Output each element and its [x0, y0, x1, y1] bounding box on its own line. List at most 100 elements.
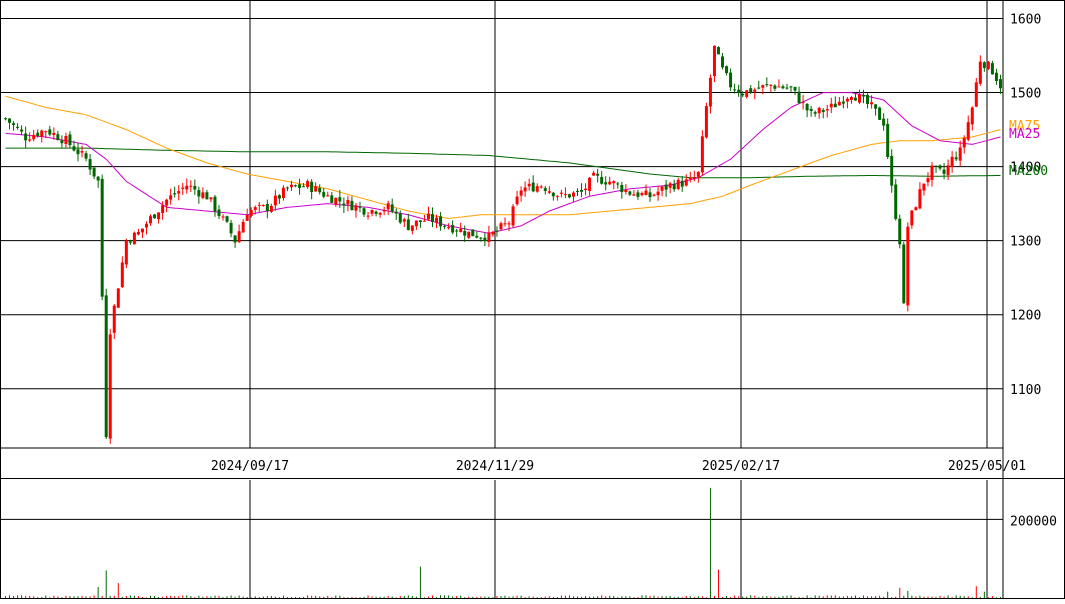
volume-bar: [995, 597, 997, 598]
candle-body: [737, 89, 741, 93]
volume-bar: [858, 597, 860, 598]
volume-bar: [202, 596, 204, 598]
candle-body: [298, 184, 302, 188]
volume-bar: [141, 597, 143, 598]
candle-body: [648, 192, 652, 198]
candle-body: [652, 194, 656, 196]
candle-body: [866, 94, 870, 105]
volume-bar: [178, 596, 180, 598]
candle-body: [350, 200, 354, 211]
volume-bar: [915, 596, 917, 598]
volume-bar: [673, 597, 675, 598]
candle-body: [495, 230, 499, 232]
volume-bar: [983, 591, 985, 598]
date-label-0: 2024/09/17: [211, 459, 289, 474]
candle-body: [914, 207, 918, 211]
candle-body: [173, 193, 177, 195]
volume-tick-label-200000: 200000: [1010, 514, 1057, 529]
volume-bar: [109, 595, 111, 598]
volume-bar: [379, 596, 381, 598]
volume-bar: [186, 595, 188, 598]
candle-body: [580, 189, 584, 192]
candle-body: [946, 165, 950, 176]
candle-body: [229, 222, 233, 234]
volume-bar: [959, 595, 961, 598]
candle-body: [894, 184, 898, 219]
volume-bar: [45, 595, 47, 598]
volume-bar: [810, 597, 812, 598]
candle-body: [144, 223, 148, 228]
candle-body: [261, 204, 265, 206]
candle-body: [700, 136, 704, 173]
volume-bar: [383, 596, 385, 598]
candle-body: [910, 210, 914, 226]
volume-bar: [794, 597, 796, 598]
candle-body: [644, 190, 648, 195]
volume-bar: [343, 597, 345, 598]
price-tick-label-1300: 1300: [1010, 235, 1041, 250]
candle-body: [16, 126, 20, 128]
candle-body: [938, 165, 942, 169]
candle-body: [80, 151, 84, 153]
volume-bar: [182, 595, 184, 598]
volume-bar: [613, 596, 615, 598]
volume-bar: [786, 595, 788, 598]
volume-bar: [327, 595, 329, 598]
volume-bar: [21, 595, 23, 598]
candle-body: [829, 103, 833, 108]
candle-body: [265, 203, 269, 212]
volume-bar: [101, 595, 103, 598]
candle-body: [406, 219, 410, 230]
candle-body: [692, 177, 696, 180]
candle-body: [430, 214, 434, 222]
volume-bar: [572, 596, 574, 598]
volume-bar: [520, 595, 522, 598]
candle-body: [36, 132, 40, 136]
volume-bar: [69, 595, 71, 598]
candle-body: [241, 221, 245, 233]
volume-bar: [480, 596, 482, 598]
candle-body: [136, 231, 140, 235]
volume-bar: [689, 596, 691, 598]
volume-bar: [53, 595, 55, 598]
candle-body: [974, 82, 978, 107]
candle-body: [24, 133, 28, 141]
volume-bar: [802, 597, 804, 598]
candle-body: [310, 181, 314, 193]
volume-bar: [496, 595, 498, 598]
volume-bar: [5, 595, 6, 598]
volume-bar: [935, 596, 937, 598]
volume-bar: [500, 596, 502, 598]
candle-body: [821, 110, 825, 112]
candle-body: [181, 187, 185, 189]
volume-bar: [214, 595, 216, 598]
volume-bar: [33, 596, 35, 598]
volume-bar: [411, 595, 413, 598]
volume-bar: [198, 595, 200, 598]
volume-bar: [871, 596, 873, 598]
volume-bar: [363, 596, 365, 598]
candle-body: [950, 156, 954, 168]
candle-body: [76, 149, 80, 155]
candle-body: [559, 192, 563, 194]
volume-bar: [713, 596, 715, 598]
candle-body: [217, 209, 221, 217]
candle-body: [716, 47, 720, 55]
volume-bar: [577, 596, 579, 598]
candle-body: [849, 97, 853, 100]
volume-bar: [818, 595, 820, 598]
volume-bar: [556, 597, 558, 598]
candle-body: [672, 183, 676, 190]
volume-bar: [879, 595, 881, 598]
volume-bar: [347, 597, 349, 598]
candle-body: [487, 232, 491, 242]
volume-bar: [528, 596, 530, 598]
volume-bar: [999, 596, 1001, 598]
date-label-1: 2024/11/29: [456, 459, 534, 474]
volume-bar: [705, 597, 707, 598]
candle-body: [213, 196, 217, 212]
volume-bar: [645, 595, 647, 598]
volume-bar: [939, 595, 941, 598]
candle-body: [902, 244, 906, 304]
candle-body: [92, 167, 96, 177]
